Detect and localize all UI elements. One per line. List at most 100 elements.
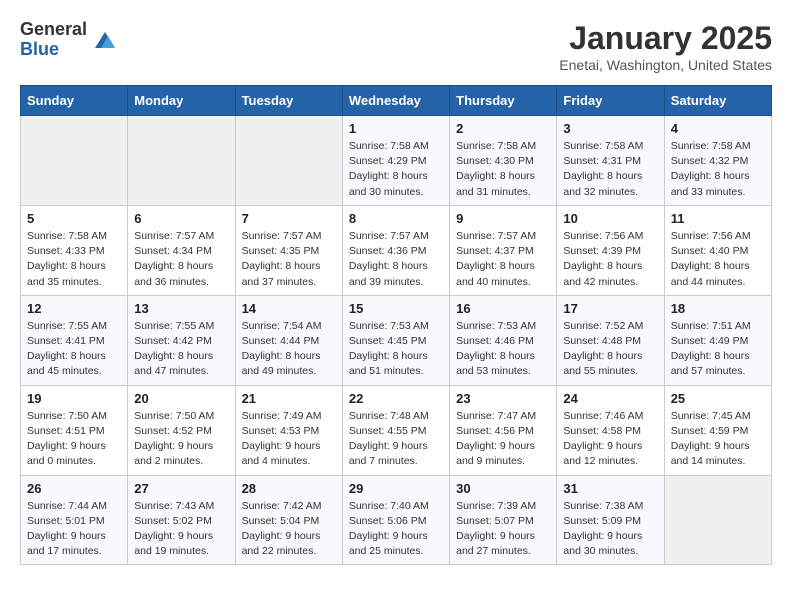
location-text: Enetai, Washington, United States (559, 57, 772, 73)
day-number: 12 (27, 301, 121, 316)
month-title: January 2025 (559, 20, 772, 57)
day-number: 26 (27, 481, 121, 496)
calendar-cell (128, 116, 235, 206)
calendar-cell: 13 Sunrise: 7:55 AM Sunset: 4:42 PM Dayli… (128, 295, 235, 385)
day-info: Sunrise: 7:58 AM Sunset: 4:30 PM Dayligh… (456, 139, 550, 200)
calendar-cell: 25Sunrise: 7:45 AM Sunset: 4:59 PM Dayli… (664, 385, 771, 475)
day-number: 27 (134, 481, 228, 496)
day-info: Sunrise: 7:51 AM Sunset: 4:49 PM Dayligh… (671, 319, 765, 380)
calendar-week-5: 26 Sunrise: 7:44 AM Sunset: 5:01 PM Dayli… (21, 475, 772, 565)
day-header-friday: Friday (557, 86, 664, 116)
day-info: Sunrise: 7:58 AM Sunset: 4:29 PM Dayligh… (349, 139, 443, 200)
day-info: Sunrise: 7:58 AM Sunset: 4:32 PM Dayligh… (671, 139, 765, 200)
day-info: Sunrise: 7:47 AM Sunset: 4:56 PM Dayligh… (456, 409, 550, 470)
day-header-saturday: Saturday (664, 86, 771, 116)
day-number: 7 (242, 211, 336, 226)
calendar-cell: 4 Sunrise: 7:58 AM Sunset: 4:32 PM Daylig… (664, 116, 771, 206)
calendar-cell: 26 Sunrise: 7:44 AM Sunset: 5:01 PM Dayli… (21, 475, 128, 565)
calendar-cell: 2 Sunrise: 7:58 AM Sunset: 4:30 PM Daylig… (450, 116, 557, 206)
day-number: 6 (134, 211, 228, 226)
calendar-cell: 17 Sunrise: 7:52 AM Sunset: 4:48 PM Dayli… (557, 295, 664, 385)
day-number: 16 (456, 301, 550, 316)
day-info: Sunrise: 7:42 AM Sunset: 5:04 PM Dayligh… (242, 499, 336, 560)
day-number: 31 (563, 481, 657, 496)
day-number: 28 (242, 481, 336, 496)
day-number: 9 (456, 211, 550, 226)
calendar-cell: 10Sunrise: 7:56 AM Sunset: 4:39 PM Dayli… (557, 205, 664, 295)
day-info: Sunrise: 7:39 AM Sunset: 5:07 PM Dayligh… (456, 499, 550, 560)
calendar-table: SundayMondayTuesdayWednesdayThursdayFrid… (20, 85, 772, 565)
day-info: Sunrise: 7:43 AM Sunset: 5:02 PM Dayligh… (134, 499, 228, 560)
day-number: 29 (349, 481, 443, 496)
calendar-cell (235, 116, 342, 206)
day-number: 11 (671, 211, 765, 226)
day-number: 20 (134, 391, 228, 406)
day-number: 13 (134, 301, 228, 316)
calendar-cell: 30 Sunrise: 7:39 AM Sunset: 5:07 PM Dayli… (450, 475, 557, 565)
day-number: 2 (456, 121, 550, 136)
day-number: 30 (456, 481, 550, 496)
calendar-cell: 9 Sunrise: 7:57 AM Sunset: 4:37 PM Daylig… (450, 205, 557, 295)
day-info: Sunrise: 7:52 AM Sunset: 4:48 PM Dayligh… (563, 319, 657, 380)
calendar-week-1: 1Sunrise: 7:58 AM Sunset: 4:29 PM Daylig… (21, 116, 772, 206)
day-info: Sunrise: 7:53 AM Sunset: 4:46 PM Dayligh… (456, 319, 550, 380)
day-info: Sunrise: 7:49 AM Sunset: 4:53 PM Dayligh… (242, 409, 336, 470)
day-info: Sunrise: 7:57 AM Sunset: 4:34 PM Dayligh… (134, 229, 228, 290)
calendar-cell: 24 Sunrise: 7:46 AM Sunset: 4:58 PM Dayli… (557, 385, 664, 475)
day-info: Sunrise: 7:58 AM Sunset: 4:31 PM Dayligh… (563, 139, 657, 200)
calendar-cell: 7 Sunrise: 7:57 AM Sunset: 4:35 PM Daylig… (235, 205, 342, 295)
day-number: 14 (242, 301, 336, 316)
day-info: Sunrise: 7:53 AM Sunset: 4:45 PM Dayligh… (349, 319, 443, 380)
calendar-cell: 16 Sunrise: 7:53 AM Sunset: 4:46 PM Dayli… (450, 295, 557, 385)
calendar-cell (21, 116, 128, 206)
day-info: Sunrise: 7:50 AM Sunset: 4:52 PM Dayligh… (134, 409, 228, 470)
day-info: Sunrise: 7:57 AM Sunset: 4:36 PM Dayligh… (349, 229, 443, 290)
calendar-cell: 5Sunrise: 7:58 AM Sunset: 4:33 PM Daylig… (21, 205, 128, 295)
day-number: 3 (563, 121, 657, 136)
day-info: Sunrise: 7:57 AM Sunset: 4:37 PM Dayligh… (456, 229, 550, 290)
day-info: Sunrise: 7:46 AM Sunset: 4:58 PM Dayligh… (563, 409, 657, 470)
calendar-cell: 22 Sunrise: 7:48 AM Sunset: 4:55 PM Dayli… (342, 385, 449, 475)
day-number: 4 (671, 121, 765, 136)
calendar-header-row: SundayMondayTuesdayWednesdayThursdayFrid… (21, 86, 772, 116)
day-number: 21 (242, 391, 336, 406)
day-info: Sunrise: 7:48 AM Sunset: 4:55 PM Dayligh… (349, 409, 443, 470)
calendar-cell: 31 Sunrise: 7:38 AM Sunset: 5:09 PM Dayli… (557, 475, 664, 565)
day-header-tuesday: Tuesday (235, 86, 342, 116)
day-info: Sunrise: 7:45 AM Sunset: 4:59 PM Dayligh… (671, 409, 765, 470)
calendar-cell: 3 Sunrise: 7:58 AM Sunset: 4:31 PM Daylig… (557, 116, 664, 206)
title-section: January 2025 Enetai, Washington, United … (559, 20, 772, 73)
calendar-cell (664, 475, 771, 565)
calendar-week-3: 12Sunrise: 7:55 AM Sunset: 4:41 PM Dayli… (21, 295, 772, 385)
day-number: 24 (563, 391, 657, 406)
day-info: Sunrise: 7:55 AM Sunset: 4:42 PM Dayligh… (134, 319, 228, 380)
day-header-thursday: Thursday (450, 86, 557, 116)
day-info: Sunrise: 7:57 AM Sunset: 4:35 PM Dayligh… (242, 229, 336, 290)
day-number: 23 (456, 391, 550, 406)
calendar-cell: 27 Sunrise: 7:43 AM Sunset: 5:02 PM Dayli… (128, 475, 235, 565)
logo-icon (91, 26, 119, 54)
day-number: 5 (27, 211, 121, 226)
day-header-monday: Monday (128, 86, 235, 116)
calendar-cell: 23 Sunrise: 7:47 AM Sunset: 4:56 PM Dayli… (450, 385, 557, 475)
day-info: Sunrise: 7:44 AM Sunset: 5:01 PM Dayligh… (27, 499, 121, 560)
day-info: Sunrise: 7:56 AM Sunset: 4:40 PM Dayligh… (671, 229, 765, 290)
logo-general-text: General (20, 20, 87, 40)
calendar-cell: 21 Sunrise: 7:49 AM Sunset: 4:53 PM Dayli… (235, 385, 342, 475)
day-number: 8 (349, 211, 443, 226)
day-number: 17 (563, 301, 657, 316)
calendar-week-4: 19Sunrise: 7:50 AM Sunset: 4:51 PM Dayli… (21, 385, 772, 475)
day-info: Sunrise: 7:38 AM Sunset: 5:09 PM Dayligh… (563, 499, 657, 560)
day-number: 22 (349, 391, 443, 406)
calendar-cell: 19Sunrise: 7:50 AM Sunset: 4:51 PM Dayli… (21, 385, 128, 475)
calendar-cell: 18Sunrise: 7:51 AM Sunset: 4:49 PM Dayli… (664, 295, 771, 385)
calendar-cell: 20 Sunrise: 7:50 AM Sunset: 4:52 PM Dayli… (128, 385, 235, 475)
day-info: Sunrise: 7:54 AM Sunset: 4:44 PM Dayligh… (242, 319, 336, 380)
calendar-cell: 29 Sunrise: 7:40 AM Sunset: 5:06 PM Dayli… (342, 475, 449, 565)
calendar-cell: 8 Sunrise: 7:57 AM Sunset: 4:36 PM Daylig… (342, 205, 449, 295)
calendar-cell: 6 Sunrise: 7:57 AM Sunset: 4:34 PM Daylig… (128, 205, 235, 295)
day-header-wednesday: Wednesday (342, 86, 449, 116)
day-number: 19 (27, 391, 121, 406)
day-info: Sunrise: 7:40 AM Sunset: 5:06 PM Dayligh… (349, 499, 443, 560)
calendar-cell: 15Sunrise: 7:53 AM Sunset: 4:45 PM Dayli… (342, 295, 449, 385)
